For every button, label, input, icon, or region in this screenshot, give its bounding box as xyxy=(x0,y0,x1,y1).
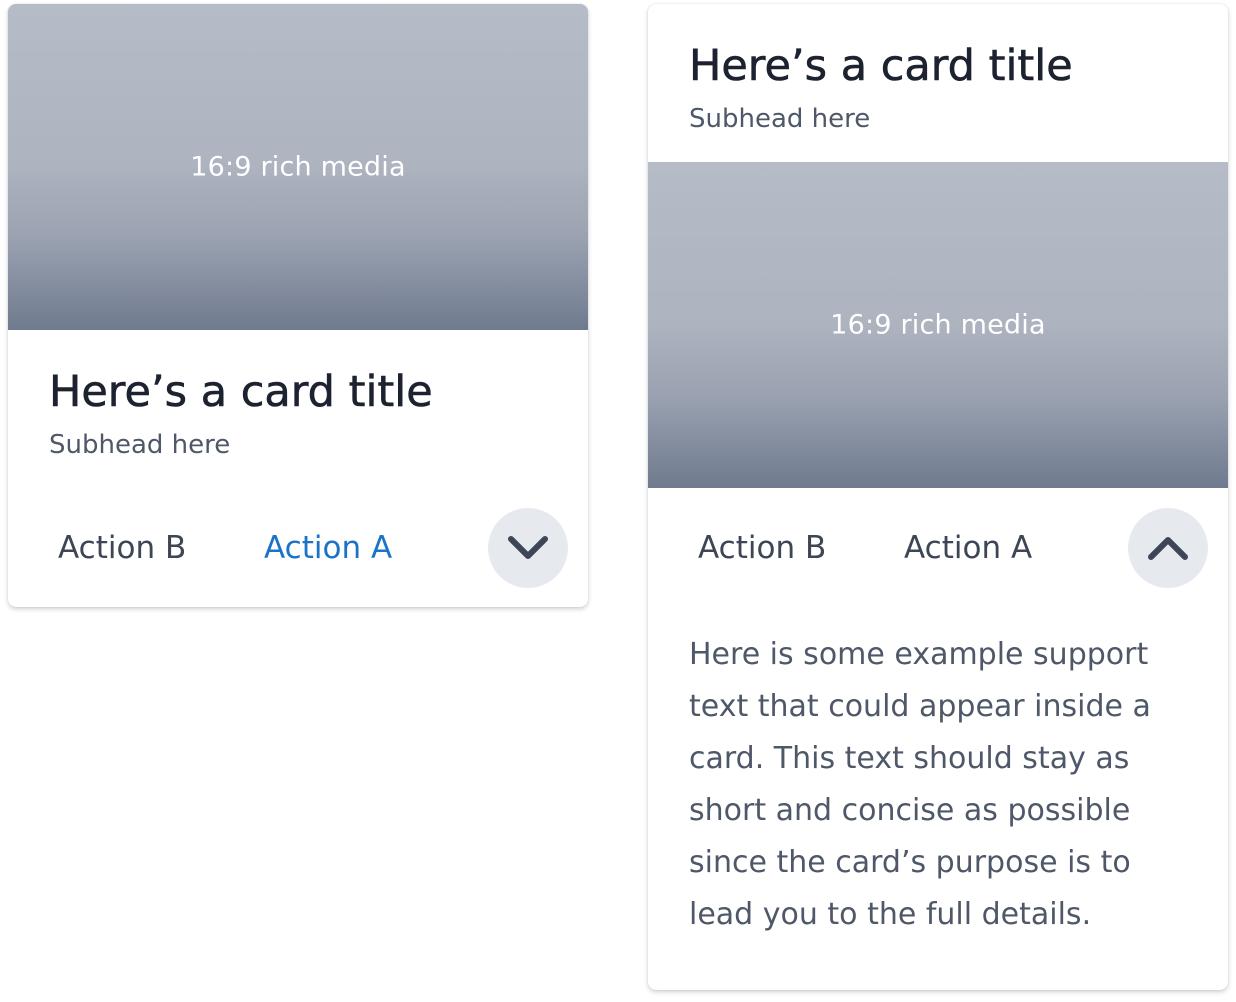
rich-media-placeholder: 16:9 rich media xyxy=(8,4,588,330)
card-title: Here’s a card title xyxy=(689,41,1073,92)
rich-media-label: 16:9 rich media xyxy=(830,309,1046,341)
card-subhead: Subhead here xyxy=(689,104,871,134)
action-a-button[interactable]: Action A xyxy=(904,533,1032,564)
chevron-up-icon xyxy=(1148,537,1188,560)
rich-media-label: 16:9 rich media xyxy=(190,151,406,183)
collapse-button[interactable] xyxy=(1128,508,1208,588)
expanded-card: Here’s a card title Subhead here 16:9 ri… xyxy=(648,4,1228,990)
collapsed-card: 16:9 rich media Here’s a card title Subh… xyxy=(8,4,588,607)
action-a-button[interactable]: Action A xyxy=(264,533,392,564)
expand-button[interactable] xyxy=(488,508,568,588)
support-text: Here is some example support text that c… xyxy=(689,637,1151,932)
action-b-button[interactable]: Action B xyxy=(698,533,826,564)
card-title: Here’s a card title xyxy=(49,367,433,418)
action-b-button[interactable]: Action B xyxy=(58,533,186,564)
rich-media-placeholder: 16:9 rich media xyxy=(648,162,1228,488)
card-subhead: Subhead here xyxy=(49,430,231,460)
chevron-down-icon xyxy=(508,536,548,559)
